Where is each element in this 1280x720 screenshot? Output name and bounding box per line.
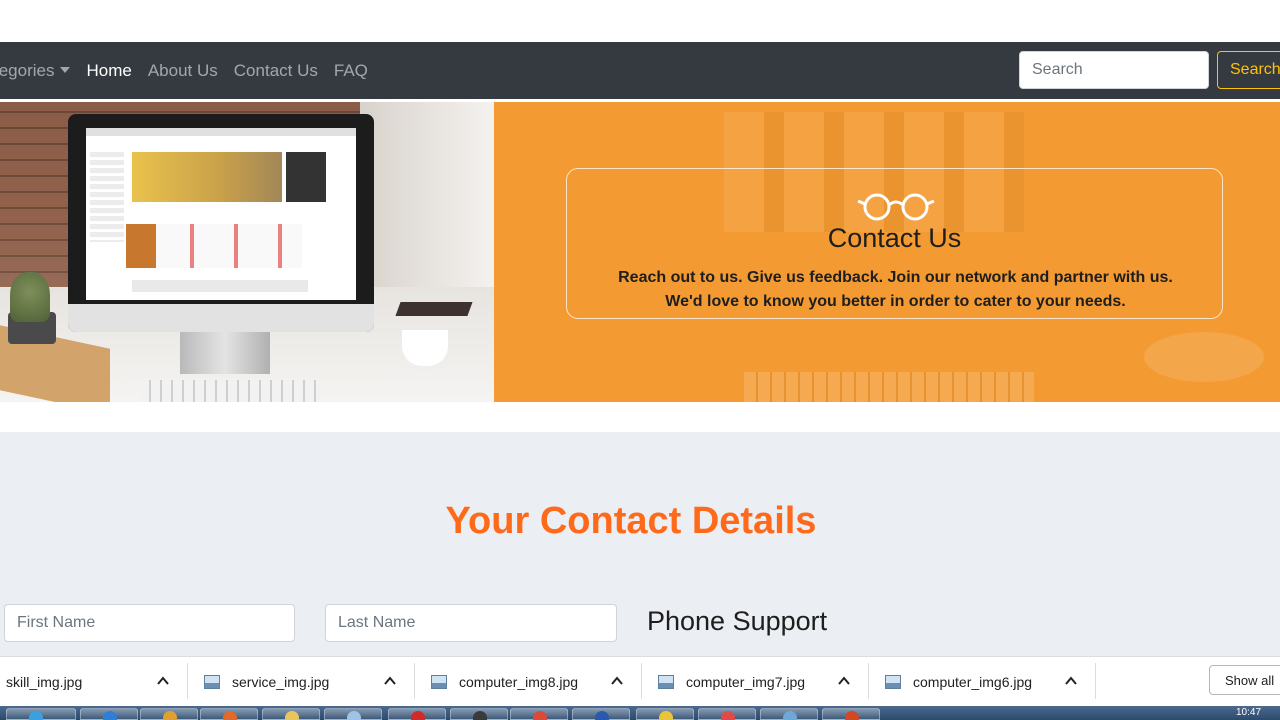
divider (868, 663, 869, 699)
taskbar-chrome-button[interactable] (510, 708, 568, 720)
nav-categories-dropdown[interactable]: tegories (0, 60, 71, 81)
monitor-stand-graphic (180, 332, 270, 374)
taskbar-clock: 10:47 (1236, 707, 1262, 718)
monitor-chin-graphic (68, 304, 374, 332)
taskbar-opera-button[interactable] (388, 708, 446, 720)
chevron-up-icon[interactable] (611, 675, 623, 687)
keyboard-graphic (140, 380, 320, 402)
taskbar-app-button[interactable] (636, 708, 694, 720)
taskbar-desktop-button[interactable] (760, 708, 818, 720)
chevron-up-icon[interactable] (157, 675, 169, 687)
taskbar-media-button[interactable] (698, 708, 756, 720)
download-item[interactable]: service_img.jpg (204, 657, 329, 707)
book-graphic (395, 302, 473, 316)
hero-description-line-1: Reach out to us. Give us feedback. Join … (618, 269, 1173, 286)
hero-orange-panel: Contact Us Reach out to us. Give us feed… (494, 102, 1280, 402)
taskbar-ie-button[interactable] (80, 708, 138, 720)
chevron-up-icon[interactable] (1065, 675, 1077, 687)
hero-computer-image (0, 102, 494, 402)
hero-title: Contact Us (827, 223, 962, 253)
divider (641, 663, 642, 699)
taskbar-paint-button[interactable] (200, 708, 258, 720)
glasses-icon (857, 193, 935, 221)
divider (1095, 663, 1096, 699)
monitor-graphic (68, 114, 374, 332)
download-file-name: service_img.jpg (232, 674, 330, 690)
nav-categories-label: tegories (0, 60, 55, 80)
taskbar-notepad-button[interactable] (324, 708, 382, 720)
taskbar-folder-button[interactable] (262, 708, 320, 720)
cactus-graphic (10, 272, 50, 322)
first-name-field[interactable] (4, 604, 295, 642)
download-file-name: computer_img8.jpg (459, 674, 579, 690)
top-blank-area (0, 0, 1280, 42)
section-gap (0, 402, 1280, 432)
nav-link-home[interactable]: Home (86, 61, 131, 81)
screen-sidebar (90, 152, 124, 242)
navbar: tegories Home About Us Contact Us FAQ Se… (0, 42, 1280, 99)
last-name-field[interactable] (325, 604, 617, 642)
download-file-name: computer_img7.jpg (686, 674, 806, 690)
download-item[interactable]: skill_img.jpg (6, 657, 82, 707)
chevron-up-icon[interactable] (384, 675, 396, 687)
start-button[interactable] (6, 708, 76, 720)
screen-banner (132, 152, 282, 202)
caret-down-icon (60, 66, 71, 73)
windows-taskbar: 10:47 (0, 706, 1280, 720)
hero-description: Reach out to us. Give us feedback. Join … (587, 266, 1204, 314)
nav-link-contact-us[interactable]: Contact Us (234, 61, 318, 81)
taskbar-powerpoint-button[interactable] (822, 708, 880, 720)
hero-banner: Contact Us Reach out to us. Give us feed… (0, 102, 1280, 402)
download-shelf: skill_img.jpg service_img.jpg computer_i… (0, 656, 1280, 706)
screen-footer-strip (132, 280, 308, 292)
divider (414, 663, 415, 699)
taskbar-word-button[interactable] (572, 708, 630, 720)
show-all-button[interactable]: Show all (1209, 665, 1280, 695)
nav-link-about-us[interactable]: About Us (148, 61, 218, 81)
phone-support-heading: Phone Support (647, 606, 828, 636)
image-file-icon (204, 675, 220, 689)
image-file-icon (885, 675, 901, 689)
background-mouse-graphic (1144, 332, 1264, 382)
taskbar-sublime-button[interactable] (450, 708, 508, 720)
download-item[interactable]: computer_img8.jpg (431, 657, 578, 707)
search-input[interactable] (1019, 51, 1209, 89)
chevron-up-icon[interactable] (838, 675, 850, 687)
window-graphic (360, 102, 494, 292)
screen-food-tile (126, 224, 156, 268)
image-file-icon (431, 675, 447, 689)
nav-link-faq[interactable]: FAQ (334, 61, 368, 81)
background-keyboard-graphic (744, 372, 1034, 402)
hero-description-line-2: We'd love to know you better in order to… (665, 293, 1126, 310)
download-item[interactable]: computer_img6.jpg (885, 657, 1032, 707)
image-file-icon (658, 675, 674, 689)
download-file-name: computer_img6.jpg (913, 674, 1033, 690)
coffee-cup-graphic (402, 330, 448, 366)
taskbar-explorer-button[interactable] (140, 708, 198, 720)
screen-side-ad (286, 152, 326, 202)
nav-links: tegories Home About Us Contact Us FAQ (0, 42, 384, 99)
monitor-screen-graphic (86, 128, 356, 300)
screen-browser-bar (86, 128, 356, 136)
download-file-name: skill_img.jpg (6, 674, 83, 690)
download-item[interactable]: computer_img7.jpg (658, 657, 805, 707)
contact-us-box: Contact Us Reach out to us. Give us feed… (566, 168, 1223, 319)
search-button[interactable]: Search (1217, 51, 1280, 89)
contact-details-section: Your Contact Details Phone Support (0, 432, 1280, 656)
divider (187, 663, 188, 699)
section-title: Your Contact Details (445, 500, 817, 542)
